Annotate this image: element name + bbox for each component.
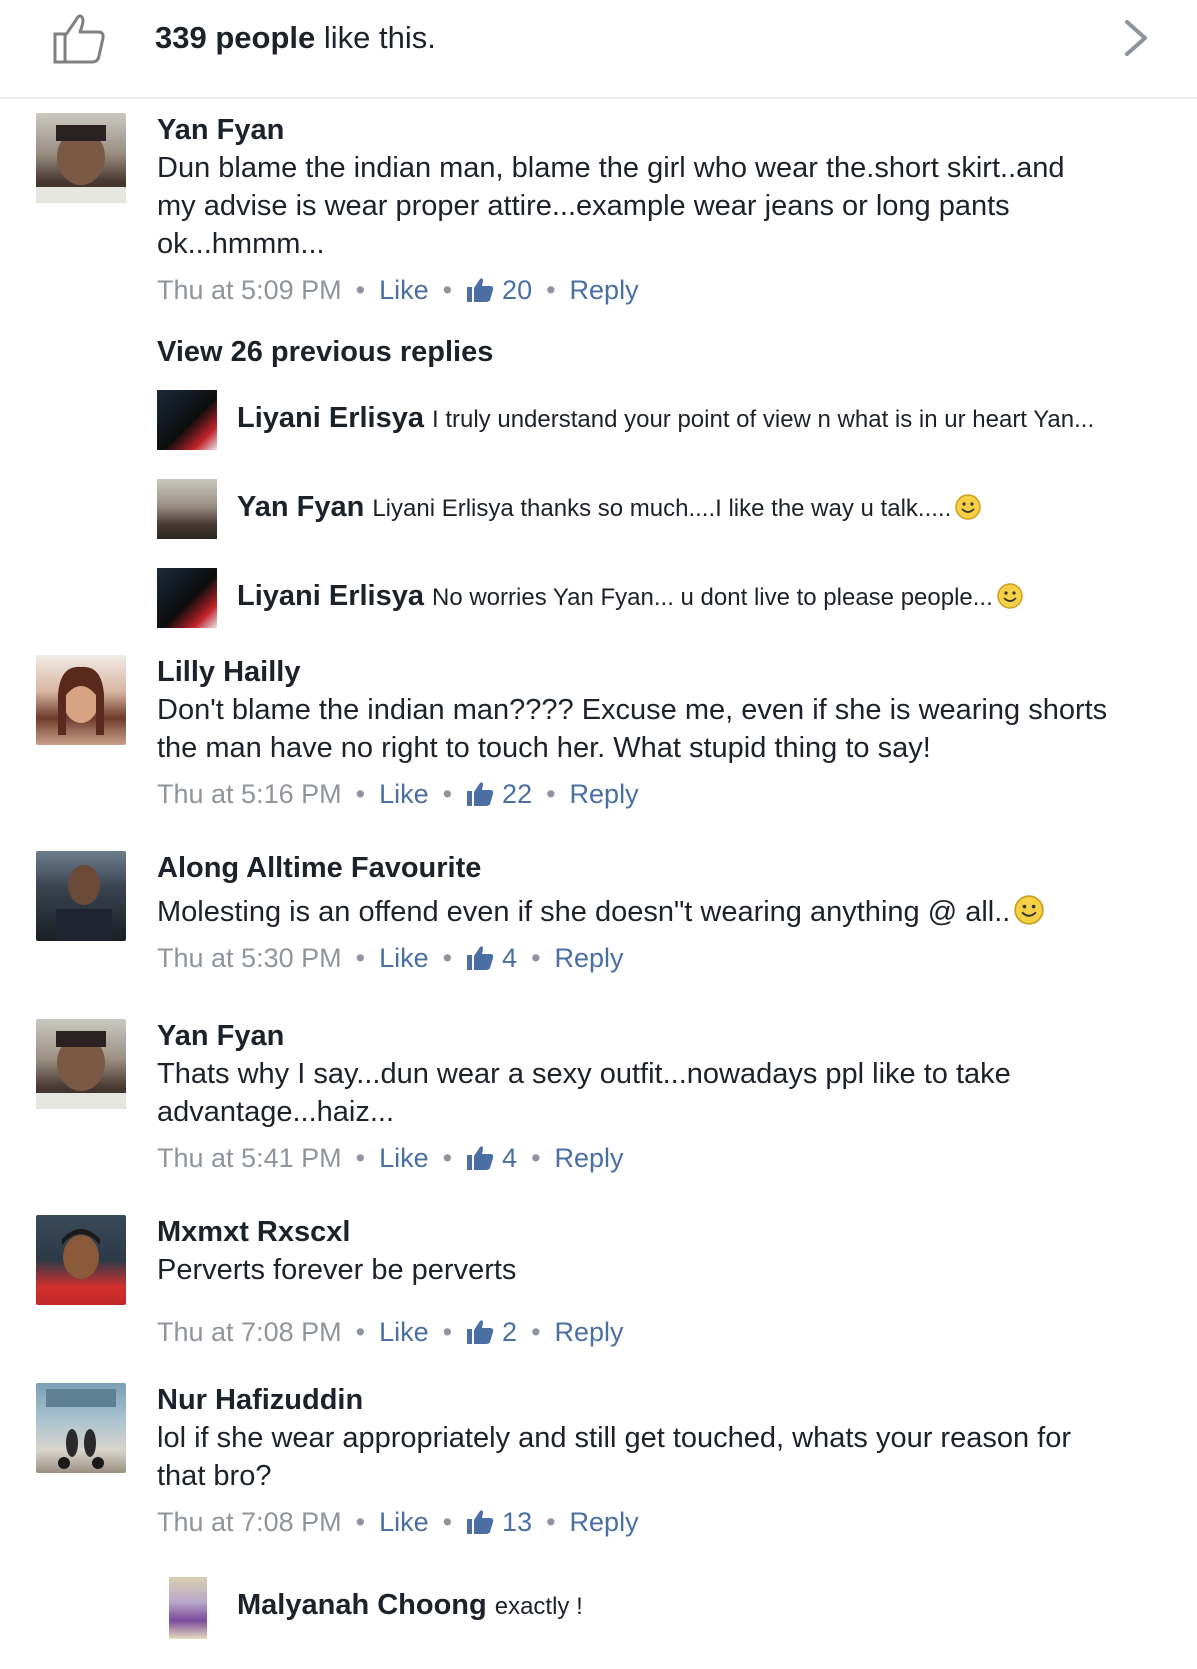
comment-meta: Thu at 5:41 PM • Like • 4 • Reply	[157, 1141, 1137, 1175]
like-thumb-icon	[467, 1510, 494, 1534]
comment-meta: Thu at 5:16 PM • Like • 22 • Reply	[157, 777, 1137, 811]
like-thumb-icon	[467, 1146, 494, 1170]
separator-dot: •	[531, 1317, 541, 1347]
like-button[interactable]: Like	[379, 777, 429, 811]
reply-text: Liyani Erlisya thanks so much....I like …	[372, 495, 952, 522]
reply-item: Liyani Erlisya No worries Yan Fyan... u d…	[157, 568, 1157, 632]
like-count[interactable]: 20	[502, 273, 532, 307]
comment-author[interactable]: Nur Hafizuddin	[157, 1383, 1137, 1417]
separator-dot: •	[531, 943, 541, 973]
reply-button[interactable]: Reply	[555, 1315, 624, 1349]
like-thumb-icon	[467, 278, 494, 302]
likes-count: 339 people	[155, 20, 316, 55]
avatar[interactable]	[36, 851, 126, 941]
reply-text: exactly !	[494, 1593, 583, 1620]
reply-text: No worries Yan Fyan... u dont live to pl…	[432, 584, 993, 611]
avatar[interactable]	[157, 479, 217, 539]
comment-time[interactable]: Thu at 7:08 PM	[157, 1505, 342, 1539]
comment-time[interactable]: Thu at 5:41 PM	[157, 1141, 342, 1175]
avatar[interactable]	[36, 655, 126, 745]
separator-dot: •	[355, 1143, 366, 1173]
reply-button[interactable]: Reply	[570, 777, 639, 811]
avatar[interactable]	[36, 1019, 126, 1109]
comment-author[interactable]: Along Alltime Favourite	[157, 851, 1137, 885]
comment-time[interactable]: Thu at 5:30 PM	[157, 941, 342, 975]
like-button[interactable]: Like	[379, 273, 429, 307]
comment-text: Don't blame the indian man???? Excuse me…	[157, 694, 1108, 764]
reply-author[interactable]: Liyani Erlisya	[237, 580, 424, 612]
like-count[interactable]: 4	[502, 941, 517, 975]
like-button[interactable]: Like	[379, 1315, 429, 1349]
reply-button[interactable]: Reply	[570, 1505, 639, 1539]
comment-time[interactable]: Thu at 5:16 PM	[157, 777, 342, 811]
comment-meta: Thu at 7:08 PM • Like • 13 • Reply	[157, 1505, 1137, 1539]
smiley-emoji-icon	[955, 494, 981, 520]
comment-author[interactable]: Lilly Hailly	[157, 655, 1137, 689]
like-button[interactable]: Like	[379, 1505, 429, 1539]
separator-dot: •	[355, 1507, 366, 1537]
separator-dot: •	[531, 1143, 541, 1173]
comment-time[interactable]: Thu at 5:09 PM	[157, 273, 342, 307]
avatar[interactable]	[36, 1215, 126, 1305]
chevron-right-icon[interactable]	[1121, 18, 1151, 58]
like-button[interactable]: Like	[379, 1141, 429, 1175]
avatar[interactable]	[169, 1577, 207, 1639]
like-count[interactable]: 13	[502, 1505, 532, 1539]
comment-text: Thats why I say...dun wear a sexy outfit…	[157, 1058, 1011, 1128]
separator-dot: •	[355, 943, 366, 973]
separator-dot: •	[355, 275, 366, 305]
reply-button[interactable]: Reply	[570, 273, 639, 307]
thumbs-up-outline-icon	[53, 14, 105, 64]
reply-item: Yan Fyan Liyani Erlisya thanks so much...…	[157, 479, 1157, 543]
comment-text: lol if she wear appropriately and still …	[157, 1422, 1071, 1492]
separator-dot: •	[442, 779, 453, 809]
comment-author[interactable]: Mxmxt Rxscxl	[157, 1215, 1137, 1249]
like-count[interactable]: 22	[502, 777, 532, 811]
comment-meta: Thu at 7:08 PM • Like • 2 • Reply	[157, 1315, 1137, 1349]
separator-dot: •	[442, 275, 453, 305]
reply-text: I truly understand your point of view n …	[432, 406, 1095, 433]
reply-button[interactable]: Reply	[555, 1141, 624, 1175]
smiley-emoji-icon	[1014, 895, 1045, 925]
comment-author[interactable]: Yan Fyan	[157, 113, 1137, 147]
comment-text: Dun blame the indian man, blame the girl…	[157, 152, 1065, 260]
comment-meta: Thu at 5:30 PM • Like • 4 • Reply	[157, 941, 1137, 975]
smiley-emoji-icon	[997, 583, 1023, 609]
like-button[interactable]: Like	[379, 941, 429, 975]
comment-meta: Thu at 5:09 PM • Like • 20 • Reply	[157, 273, 1137, 307]
like-thumb-icon	[467, 782, 494, 806]
reply-button[interactable]: Reply	[555, 941, 624, 975]
like-count[interactable]: 2	[502, 1315, 517, 1349]
likes-suffix: like this.	[315, 20, 436, 55]
comment-time[interactable]: Thu at 7:08 PM	[157, 1315, 342, 1349]
comment-author[interactable]: Yan Fyan	[157, 1019, 1137, 1053]
reply-item: Liyani Erlisya I truly understand your po…	[157, 390, 1157, 454]
view-previous-replies-link[interactable]: View 26 previous replies	[157, 336, 493, 369]
separator-dot: •	[546, 275, 556, 305]
avatar[interactable]	[157, 390, 217, 450]
reply-author[interactable]: Liyani Erlisya	[237, 402, 424, 434]
comment-text-body: Molesting is an offend even if she doesn…	[157, 896, 1011, 928]
avatar[interactable]	[36, 113, 126, 203]
like-thumb-icon	[467, 946, 494, 970]
reply-author[interactable]: Malyanah Choong	[237, 1589, 487, 1621]
separator-dot: •	[442, 1507, 453, 1537]
likes-summary-bar[interactable]: 339 people like this.	[0, 0, 1197, 99]
separator-dot: •	[355, 779, 366, 809]
reply-author[interactable]: Yan Fyan	[237, 491, 364, 523]
like-thumb-icon	[467, 1320, 494, 1344]
comment-text: Molesting is an offend even if she doesn…	[157, 893, 1137, 931]
avatar[interactable]	[36, 1383, 126, 1473]
separator-dot: •	[546, 779, 556, 809]
likes-count-text[interactable]: 339 people like this.	[155, 20, 436, 56]
reply-item: Malyanah Choong exactly !	[157, 1577, 1157, 1641]
separator-dot: •	[442, 943, 453, 973]
like-count[interactable]: 4	[502, 1141, 517, 1175]
comment-text: Perverts forever be perverts	[157, 1254, 517, 1286]
separator-dot: •	[355, 1317, 366, 1347]
separator-dot: •	[546, 1507, 556, 1537]
separator-dot: •	[442, 1317, 453, 1347]
separator-dot: •	[442, 1143, 453, 1173]
avatar[interactable]	[157, 568, 217, 628]
